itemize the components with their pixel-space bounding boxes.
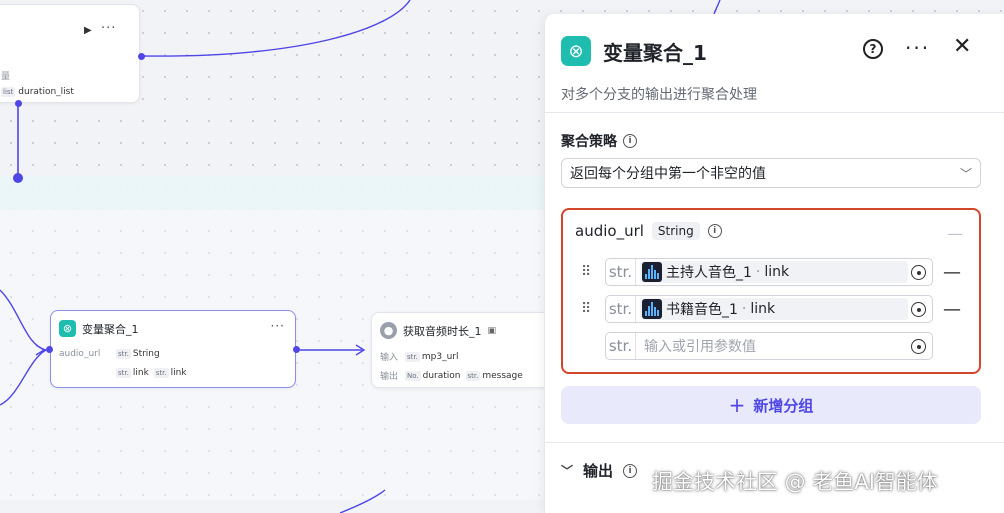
- variable-reference-field[interactable]: str. 主持人音色_1 · link: [605, 258, 933, 286]
- output-section-toggle[interactable]: ﹀ 输出 i: [561, 460, 638, 481]
- info-icon[interactable]: i: [623, 463, 638, 478]
- add-group-label: 新增分组: [753, 396, 814, 415]
- reference-picker-icon[interactable]: [911, 265, 926, 280]
- reference-picker-icon[interactable]: [911, 339, 926, 354]
- output-row: 输出 No. duration str. message: [380, 369, 523, 382]
- ref-name: link: [170, 368, 187, 378]
- type-tag: str.: [116, 349, 131, 359]
- branch-port[interactable]: [13, 173, 23, 183]
- audio-node-icon: [642, 299, 662, 319]
- variable-group: audio_url String i — ⠿ str. 主持人音色_1 · link…: [561, 208, 981, 374]
- output-name: message: [482, 370, 523, 381]
- more-icon[interactable]: ···: [101, 21, 116, 36]
- wire-top-right: [713, 0, 721, 15]
- close-icon[interactable]: ✕: [953, 34, 971, 59]
- audio-node-icon: [642, 262, 662, 282]
- type-prefix: str.: [606, 259, 636, 285]
- input-label: 输入: [380, 353, 399, 363]
- output-row: list duration_list: [1, 87, 74, 97]
- output-port[interactable]: [293, 346, 300, 353]
- output-label: 输出: [380, 372, 399, 382]
- divider: [545, 442, 1004, 443]
- remove-group-button[interactable]: —: [947, 224, 963, 243]
- aggregate-icon: ⊗: [561, 36, 591, 66]
- wire-in-upper: [0, 289, 47, 351]
- more-icon[interactable]: ···: [905, 36, 930, 60]
- strategy-select[interactable]: 返回每个分组中第一个非空的值 ﹀: [561, 158, 981, 188]
- reference-source: 书籍音色_1: [666, 302, 738, 318]
- variable-reference-field[interactable]: str. 书籍音色_1 · link: [605, 295, 933, 323]
- variable-row: ⠿ str. 书籍音色_1 · link —: [575, 295, 970, 323]
- reference-chip[interactable]: 主持人音色_1 · link: [640, 261, 908, 283]
- panel-description[interactable]: 对多个分支的输出进行聚合处理: [561, 84, 757, 104]
- input-row: 输入 str. mp3_url: [380, 350, 458, 363]
- help-icon[interactable]: ?: [863, 39, 883, 59]
- reference-source: 主持人音色_1: [666, 265, 752, 281]
- node-title: 获取音频时长_1: [403, 324, 482, 338]
- node-title: 变量聚合_1: [82, 322, 139, 336]
- reference-field: link: [764, 264, 790, 280]
- reference-field: link: [750, 301, 776, 317]
- wire-bottom: [339, 489, 386, 513]
- type-name: String: [132, 349, 160, 359]
- type-tag: str.: [116, 368, 131, 378]
- input-name: mp3_url: [421, 351, 459, 362]
- plus-icon: +: [728, 393, 746, 417]
- chevron-down-icon: ﹀: [959, 166, 972, 181]
- output-name: duration: [422, 370, 461, 381]
- variable-input-field[interactable]: str. 输入或引用参数值: [605, 332, 933, 360]
- reference-picker-icon[interactable]: [911, 302, 926, 317]
- drag-handle-icon[interactable]: ⠿: [575, 301, 605, 317]
- remove-variable-button[interactable]: —: [933, 299, 961, 320]
- type-prefix: str.: [606, 296, 636, 322]
- panel-title[interactable]: 变量聚合_1: [603, 37, 707, 66]
- watermark: 掘金技术社区 @ 老鱼AI智能体: [652, 470, 938, 494]
- remove-variable-button[interactable]: —: [933, 262, 961, 283]
- reference-row: str. link str. link: [116, 368, 187, 378]
- run-icon[interactable]: ▶: [84, 25, 92, 36]
- drag-handle-icon[interactable]: ⠿: [575, 264, 605, 280]
- wire-arrowhead-in: [35, 344, 46, 356]
- output-label: 输出: [583, 462, 614, 480]
- input-placeholder: 输入或引用参数值: [644, 339, 756, 355]
- output-port[interactable]: [138, 53, 145, 60]
- list-type-tag: list: [1, 87, 16, 97]
- strategy-heading: 聚合策略 i: [561, 131, 637, 151]
- upstream-node[interactable]: ▶ ··· 量 list duration_list: [0, 4, 140, 103]
- divider: [545, 112, 1004, 113]
- type-tag: str.: [465, 370, 481, 381]
- type-prefix: str.: [606, 333, 636, 359]
- group-type-badge: String: [651, 222, 700, 240]
- info-icon[interactable]: i: [707, 224, 722, 238]
- type-tag: str.: [153, 368, 169, 378]
- group-name[interactable]: audio_url: [575, 222, 644, 240]
- node-label-fragment: 量: [1, 72, 11, 82]
- aggregate-node[interactable]: ⊗ 变量聚合_1 ··· audio_url str. String str. li…: [50, 310, 296, 388]
- output-port[interactable]: [15, 100, 22, 107]
- more-icon[interactable]: ···: [271, 319, 285, 333]
- ref-name: link: [132, 368, 149, 378]
- variable-row: audio_url str. String: [59, 349, 160, 359]
- strategy-label: 聚合策略: [561, 134, 617, 150]
- variable-row-empty: str. 输入或引用参数值: [575, 332, 970, 360]
- node-config-panel: ⊗ 变量聚合_1 ? ··· ✕ 对多个分支的输出进行聚合处理 聚合策略 i 返…: [544, 14, 1004, 513]
- docs-icon[interactable]: ▣: [488, 326, 497, 336]
- info-icon[interactable]: i: [623, 134, 637, 148]
- row-label: audio_url: [59, 349, 101, 359]
- add-group-button[interactable]: + 新增分组: [561, 386, 981, 424]
- wire-top: [140, 0, 411, 57]
- output-name: duration_list: [18, 87, 74, 97]
- wire-in-lower: [0, 349, 47, 406]
- plugin-icon: ●: [380, 322, 397, 339]
- chevron-down-icon: ﹀: [561, 464, 574, 478]
- variable-row: ⠿ str. 主持人音色_1 · link —: [575, 258, 970, 286]
- strategy-value: 返回每个分组中第一个非空的值: [570, 166, 766, 182]
- input-port[interactable]: [46, 346, 53, 353]
- type-tag: str.: [405, 351, 420, 362]
- type-tag: No.: [405, 370, 421, 381]
- aggregate-icon: ⊗: [59, 320, 76, 337]
- get-duration-node[interactable]: ● 获取音频时长_1 ▣ 输入 str. mp3_url 输出 No. durati…: [371, 312, 561, 388]
- reference-chip[interactable]: 书籍音色_1 · link: [640, 298, 908, 320]
